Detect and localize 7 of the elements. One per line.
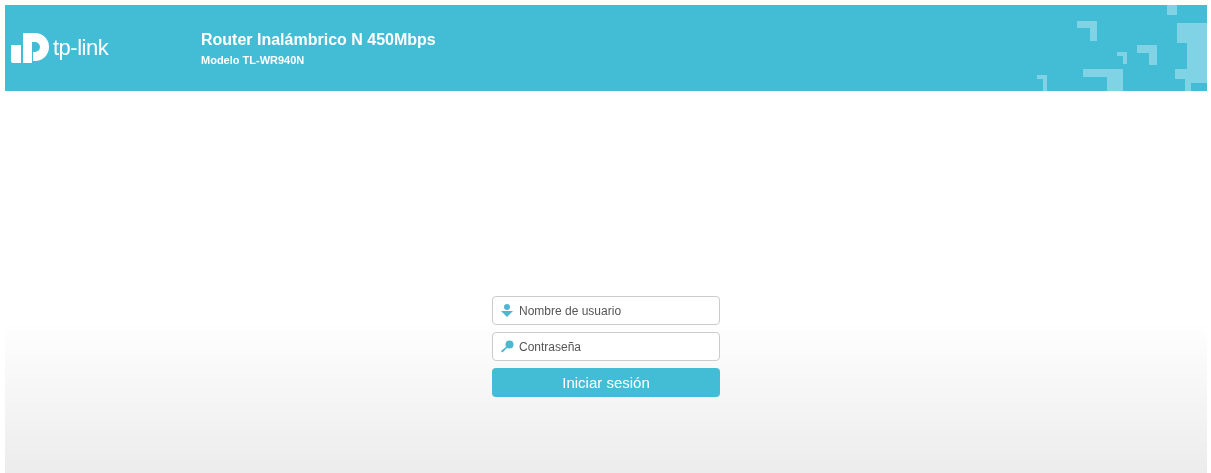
- password-field[interactable]: Contraseña: [492, 332, 720, 361]
- router-title: Router Inalámbrico N 450Mbps: [201, 30, 436, 49]
- username-field[interactable]: Nombre de usuario: [492, 296, 720, 325]
- logo-icon: [11, 33, 49, 63]
- model-name: Modelo TL-WR940N: [201, 53, 306, 66]
- login-button[interactable]: Iniciar sesión: [492, 368, 720, 397]
- brand-name: tp-link: [53, 35, 109, 61]
